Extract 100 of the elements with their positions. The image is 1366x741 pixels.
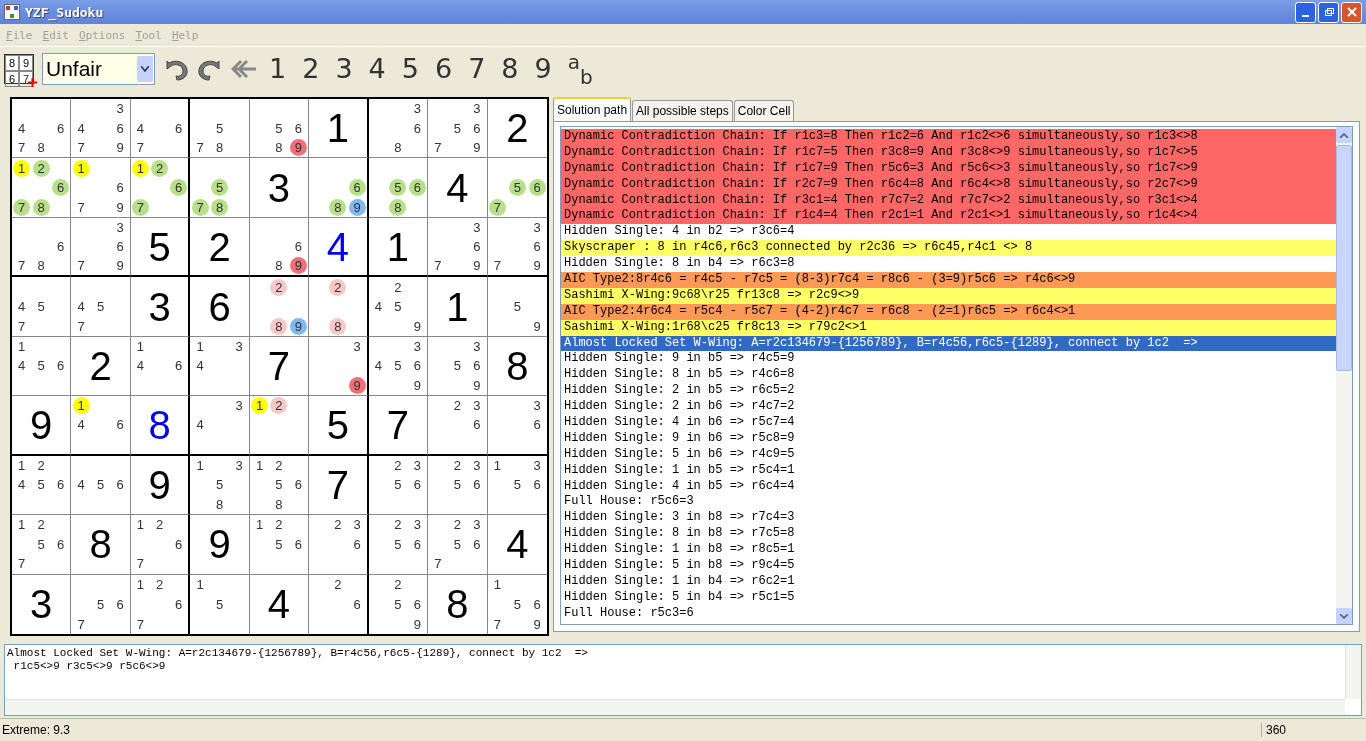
redo-icon[interactable] — [197, 57, 223, 81]
board-cell[interactable]: 4 6 7 — [130, 99, 191, 159]
board-cell[interactable]: 1 3 4 — [190, 336, 250, 397]
board-cell[interactable]: 1 4 6 — [130, 336, 191, 397]
difficulty-dropdown[interactable]: Unfair — [42, 53, 155, 85]
board-cell[interactable]: 9 — [130, 455, 191, 516]
board-cell[interactable]: 5 6 8 9 — [249, 99, 310, 159]
digit-button[interactable]: 9 — [530, 54, 556, 84]
board-cell[interactable]: 3 6 — [487, 396, 547, 456]
board-cell[interactable]: 4 — [487, 515, 547, 575]
board-cell[interactable]: 1 2 5 6 7 — [12, 515, 72, 575]
board-cell[interactable]: 1 — [428, 277, 488, 337]
board-cell[interactable]: 8 — [71, 515, 131, 575]
board-cell[interactable]: 5 — [130, 217, 191, 278]
board-cell[interactable]: 3 4 6 7 9 — [71, 99, 131, 159]
board-cell[interactable]: 2 8 — [309, 277, 369, 337]
board-cell[interactable]: 3 6 8 — [368, 99, 429, 159]
step-item[interactable]: Skyscraper : 8 in r4c6,r6c3 connected by r2c36 => r6c45,r4c1 <> 8 — [561, 240, 1336, 257]
scroll-thumb[interactable] — [1336, 145, 1352, 371]
board-cell[interactable]: 4 — [428, 158, 488, 218]
board-cell[interactable]: 5 6 8 — [368, 158, 429, 218]
board-cell[interactable]: 5 6 7 — [71, 574, 131, 634]
board-cell[interactable]: 4 — [249, 574, 310, 634]
board-cell[interactable]: 4 5 7 — [71, 277, 131, 337]
minimize-button[interactable] — [1295, 1, 1316, 23]
board-cell[interactable]: 4 5 6 — [71, 455, 131, 516]
digit-button[interactable]: 8 — [497, 54, 523, 84]
board-cell[interactable]: 4 6 7 8 — [12, 99, 72, 159]
board-cell[interactable]: 2 3 5 6 — [368, 515, 429, 575]
board-cell[interactable]: 2 6 — [309, 574, 369, 634]
board-cell[interactable]: 3 5 6 9 — [428, 336, 488, 397]
scrollbar[interactable] — [1336, 127, 1352, 624]
board-cell[interactable]: 8 — [487, 336, 547, 397]
board-cell[interactable]: 8 — [428, 574, 488, 634]
step-item[interactable]: Dynamic Contradiction Chain: If r1c3=8 Then r1c2=6 And r1c2<>6 simultaneously,so r1c3<>8 — [561, 129, 1336, 145]
board-cell[interactable]: 1 4 5 6 — [12, 336, 72, 397]
detail-text-box[interactable]: Almost Locked Set W-Wing: A=r2c134679-{1256789}, B=r4c56,r6c5-{1289}, connect by 1c2 => r1c5<>9 r3c5<>9 r5c6<>9 — [4, 644, 1362, 716]
board-cell[interactable]: 3 9 — [309, 336, 369, 397]
board-cell[interactable]: 3 6 7 9 — [428, 217, 488, 278]
board-cell[interactable]: 9 — [190, 515, 250, 575]
board-cell[interactable]: 2 3 6 — [428, 396, 488, 456]
board-cell[interactable]: 9 — [12, 396, 72, 456]
board-cell[interactable]: 3 — [12, 574, 72, 634]
step-item[interactable]: AIC Type2:8r4c6 = r4c5 - r7c5 = (8-3)r7c4 = r8c6 - (3=9)r5c6 => r4c6<>9 — [561, 272, 1336, 288]
board-cell[interactable]: 2 3 5 6 — [368, 455, 429, 516]
board-cell[interactable]: 5 — [309, 396, 369, 456]
board-cell[interactable]: 2 3 5 6 — [428, 455, 488, 516]
board-cell[interactable]: 3 — [249, 158, 310, 218]
board-cell[interactable]: 2 — [190, 217, 250, 278]
step-item[interactable]: Dynamic Contradiction Chain: If r1c4=4 Then r2c1=1 And r2c1<>1 simultaneously,so r1c4<>4 — [561, 208, 1336, 225]
digit-button[interactable]: 2 — [298, 54, 324, 84]
digit-button[interactable]: 1 — [265, 54, 291, 84]
board-cell[interactable]: 3 5 6 7 9 — [428, 99, 488, 159]
horizontal-scrollbar[interactable] — [5, 699, 1345, 715]
digit-button[interactable]: 4 — [364, 54, 390, 84]
board-cell[interactable]: 7 — [249, 336, 310, 397]
board-cell[interactable]: 2 — [487, 99, 547, 159]
vertical-scrollbar[interactable] — [1345, 645, 1361, 699]
board-cell[interactable]: 3 — [130, 277, 191, 337]
board-cell[interactable]: 2 5 6 9 — [368, 574, 429, 634]
board-cell[interactable]: 1 — [309, 99, 369, 159]
digit-button[interactable]: 3 — [331, 54, 357, 84]
tab[interactable]: All possible steps — [632, 100, 733, 121]
board-cell[interactable]: 1 — [368, 217, 429, 278]
board-cell[interactable]: 7 — [368, 396, 429, 456]
board-cell[interactable]: 5 7 8 — [190, 158, 250, 218]
board-cell[interactable]: 1 2 — [249, 396, 310, 456]
board-cell[interactable]: 8 — [130, 396, 191, 456]
board-cell[interactable]: 3 6 7 9 — [71, 217, 131, 278]
tab[interactable]: Color Cell — [733, 100, 795, 121]
board-cell[interactable]: 6 8 9 — [249, 217, 310, 278]
board-cell[interactable]: 6 — [190, 277, 250, 337]
board-cell[interactable]: 2 8 9 — [249, 277, 310, 337]
board-cell[interactable]: 1 2 5 6 8 — [249, 455, 310, 516]
digit-button[interactable]: 5 — [397, 54, 423, 84]
board-cell[interactable]: 6 7 8 — [12, 217, 72, 278]
board-cell[interactable]: 1 2 6 7 8 — [12, 158, 72, 218]
maximize-button[interactable] — [1318, 1, 1339, 23]
board-cell[interactable]: 2 4 5 9 — [368, 277, 429, 337]
board-cell[interactable]: 1 2 5 6 — [249, 515, 310, 575]
undo-icon[interactable] — [163, 57, 189, 81]
board-cell[interactable]: 2 3 6 — [309, 515, 369, 575]
tab[interactable]: Solution path — [553, 97, 632, 121]
board-cell[interactable]: 3 4 — [190, 396, 250, 456]
back-arrow-icon[interactable] — [231, 59, 257, 79]
board-cell[interactable]: 1 3 5 8 — [190, 455, 250, 516]
close-button[interactable] — [1341, 1, 1362, 23]
board-cell[interactable]: 7 — [309, 455, 369, 516]
board-cell[interactable]: 1 6 7 9 — [71, 158, 131, 218]
board-cell[interactable]: 3 6 7 9 — [487, 217, 547, 278]
board-cell[interactable]: 1 2 6 7 — [130, 158, 191, 218]
board-cell[interactable]: 4 — [309, 217, 369, 278]
board-cell[interactable]: 2 — [71, 336, 131, 397]
board-cell[interactable]: 1 2 4 5 6 — [12, 455, 72, 516]
board-cell[interactable]: 5 9 — [487, 277, 547, 337]
board-cell[interactable]: 6 8 9 — [309, 158, 369, 218]
board-cell[interactable]: 4 5 7 — [12, 277, 72, 337]
board-cell[interactable]: 5 6 7 — [487, 158, 547, 218]
board-cell[interactable]: 1 2 6 7 — [130, 574, 191, 634]
board-cell[interactable]: 1 5 — [190, 574, 250, 634]
